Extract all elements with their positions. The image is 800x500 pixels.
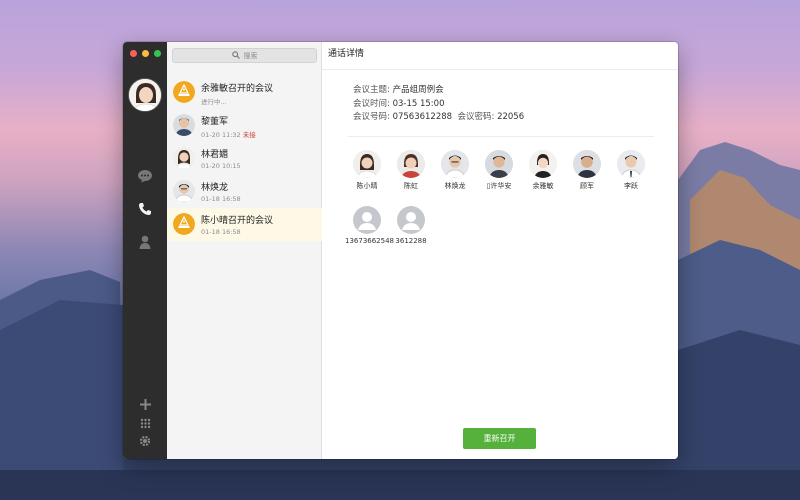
call-time: 01-18 16:58: [201, 228, 241, 236]
participant[interactable]: 陈小晴: [345, 150, 389, 191]
participant-name-text: 许华安: [490, 182, 512, 190]
divider: [348, 136, 654, 137]
conference-avatar-icon: [173, 213, 195, 235]
meeting-time-value: 03-15 15:00: [392, 98, 445, 109]
call-list-item[interactable]: 林焕龙 01-18 16:58: [167, 175, 322, 208]
search-placeholder: 搜索: [243, 51, 258, 60]
default-avatar-icon: [353, 206, 381, 234]
reopen-meeting-button[interactable]: 重新召开: [463, 428, 536, 449]
participant[interactable]: 林焕龙: [433, 150, 477, 191]
participant-name: 13673662548: [345, 237, 394, 245]
contacts-icon[interactable]: [136, 233, 154, 251]
call-name: 林焕龙: [201, 183, 229, 193]
meeting-time-label: 会议时间:: [353, 98, 390, 109]
participant-avatar: [529, 150, 557, 178]
call-time: 01-20 10:15: [201, 162, 241, 170]
add-icon[interactable]: [136, 395, 154, 413]
phone-icon[interactable]: [136, 200, 154, 218]
call-list-item[interactable]: 黎董军 01-20 11:32 未接: [167, 109, 322, 142]
left-rail: [123, 42, 167, 459]
meeting-topic-value: 产品组周例会: [392, 85, 444, 95]
participant-avatar: [397, 150, 425, 178]
participant-name: 余雅敏: [532, 182, 554, 190]
meeting-password-value: 22056: [497, 112, 525, 122]
call-list: 搜索 余雅敏召开的会议 进行中... 黎董军 01-20 11:32 未接 林君…: [167, 42, 322, 459]
participant-avatar: [617, 150, 645, 178]
call-name: 黎董军: [201, 117, 229, 127]
participant[interactable]: 13673662548: [345, 206, 394, 245]
participant-name: 李跃: [624, 182, 638, 190]
participant[interactable]: 余雅敏: [521, 150, 565, 191]
call-list-item[interactable]: 林君媚 01-20 10:15: [167, 142, 322, 175]
meeting-number-label: 会议号码:: [353, 112, 390, 122]
call-time: 01-18 16:58: [201, 195, 241, 203]
call-detail-panel: 通话详情 会议主题: 产品组周例会 会议时间: 03-15 15:00 会议号码…: [322, 42, 678, 459]
participant-name: 顾军: [580, 182, 594, 190]
meeting-time-row: 会议时间: 03-15 15:00: [353, 98, 524, 112]
participant-avatar: [573, 150, 601, 178]
participant[interactable]: ▯许华安: [477, 150, 521, 191]
meeting-password-label: 会议密码:: [457, 112, 495, 122]
call-meta: 01-20 11:32 未接: [201, 129, 256, 139]
meeting-number-row: 会议号码: 07563612288 会议密码: 22056: [353, 111, 524, 125]
app-window: 搜索 余雅敏召开的会议 进行中... 黎董军 01-20 11:32 未接 林君…: [123, 42, 678, 459]
search-icon: [231, 50, 240, 61]
meeting-info: 会议主题: 产品组周例会 会议时间: 03-15 15:00 会议号码: 075…: [353, 84, 524, 125]
participant-name: 陈虹: [404, 182, 418, 190]
participant[interactable]: 李跃: [609, 150, 653, 191]
contact-avatar: [173, 180, 195, 202]
participant[interactable]: 陈虹: [389, 150, 433, 191]
page-title: 通话详情: [322, 42, 678, 70]
participant-name: 3612288: [395, 237, 427, 245]
maximize-window-button[interactable]: [154, 50, 161, 57]
window-controls: [130, 50, 161, 57]
minimize-window-button[interactable]: [142, 50, 149, 57]
meeting-topic-label: 会议主题:: [353, 85, 390, 95]
call-time: 01-20 11:32: [201, 131, 241, 139]
call-status: 进行中...: [201, 98, 227, 106]
settings-icon[interactable]: [136, 432, 154, 450]
default-avatar-icon: [397, 206, 425, 234]
chat-icon[interactable]: [136, 167, 154, 185]
call-list-item[interactable]: 余雅敏召开的会议 进行中...: [167, 76, 322, 109]
participant[interactable]: 顾军: [565, 150, 609, 191]
participant-avatar: [485, 150, 513, 178]
contact-avatar: [173, 114, 195, 136]
participant-name: 林焕龙: [444, 182, 466, 190]
meeting-number-value: 07563612288: [392, 112, 453, 122]
participant[interactable]: 3612288: [389, 206, 433, 245]
participant-name: 陈小晴: [356, 182, 378, 190]
user-avatar[interactable]: [128, 78, 162, 112]
participant-avatar: [441, 150, 469, 178]
call-name: 陈小晴召开的会议: [201, 216, 274, 226]
call-list-item-selected[interactable]: 陈小晴召开的会议 01-18 16:58: [167, 208, 322, 241]
meeting-topic-row: 会议主题: 产品组周例会: [353, 84, 524, 98]
search-input[interactable]: 搜索: [172, 48, 317, 63]
dialpad-icon[interactable]: [136, 414, 154, 432]
call-missed-badge: 未接: [242, 131, 256, 139]
call-name: 林君媚: [201, 150, 229, 160]
participant-name: ▯许华安: [477, 181, 521, 191]
contact-avatar: [173, 147, 195, 169]
conference-avatar-icon: [173, 81, 195, 103]
participant-avatar: [353, 150, 381, 178]
call-name: 余雅敏召开的会议: [201, 84, 274, 94]
close-window-button[interactable]: [130, 50, 137, 57]
